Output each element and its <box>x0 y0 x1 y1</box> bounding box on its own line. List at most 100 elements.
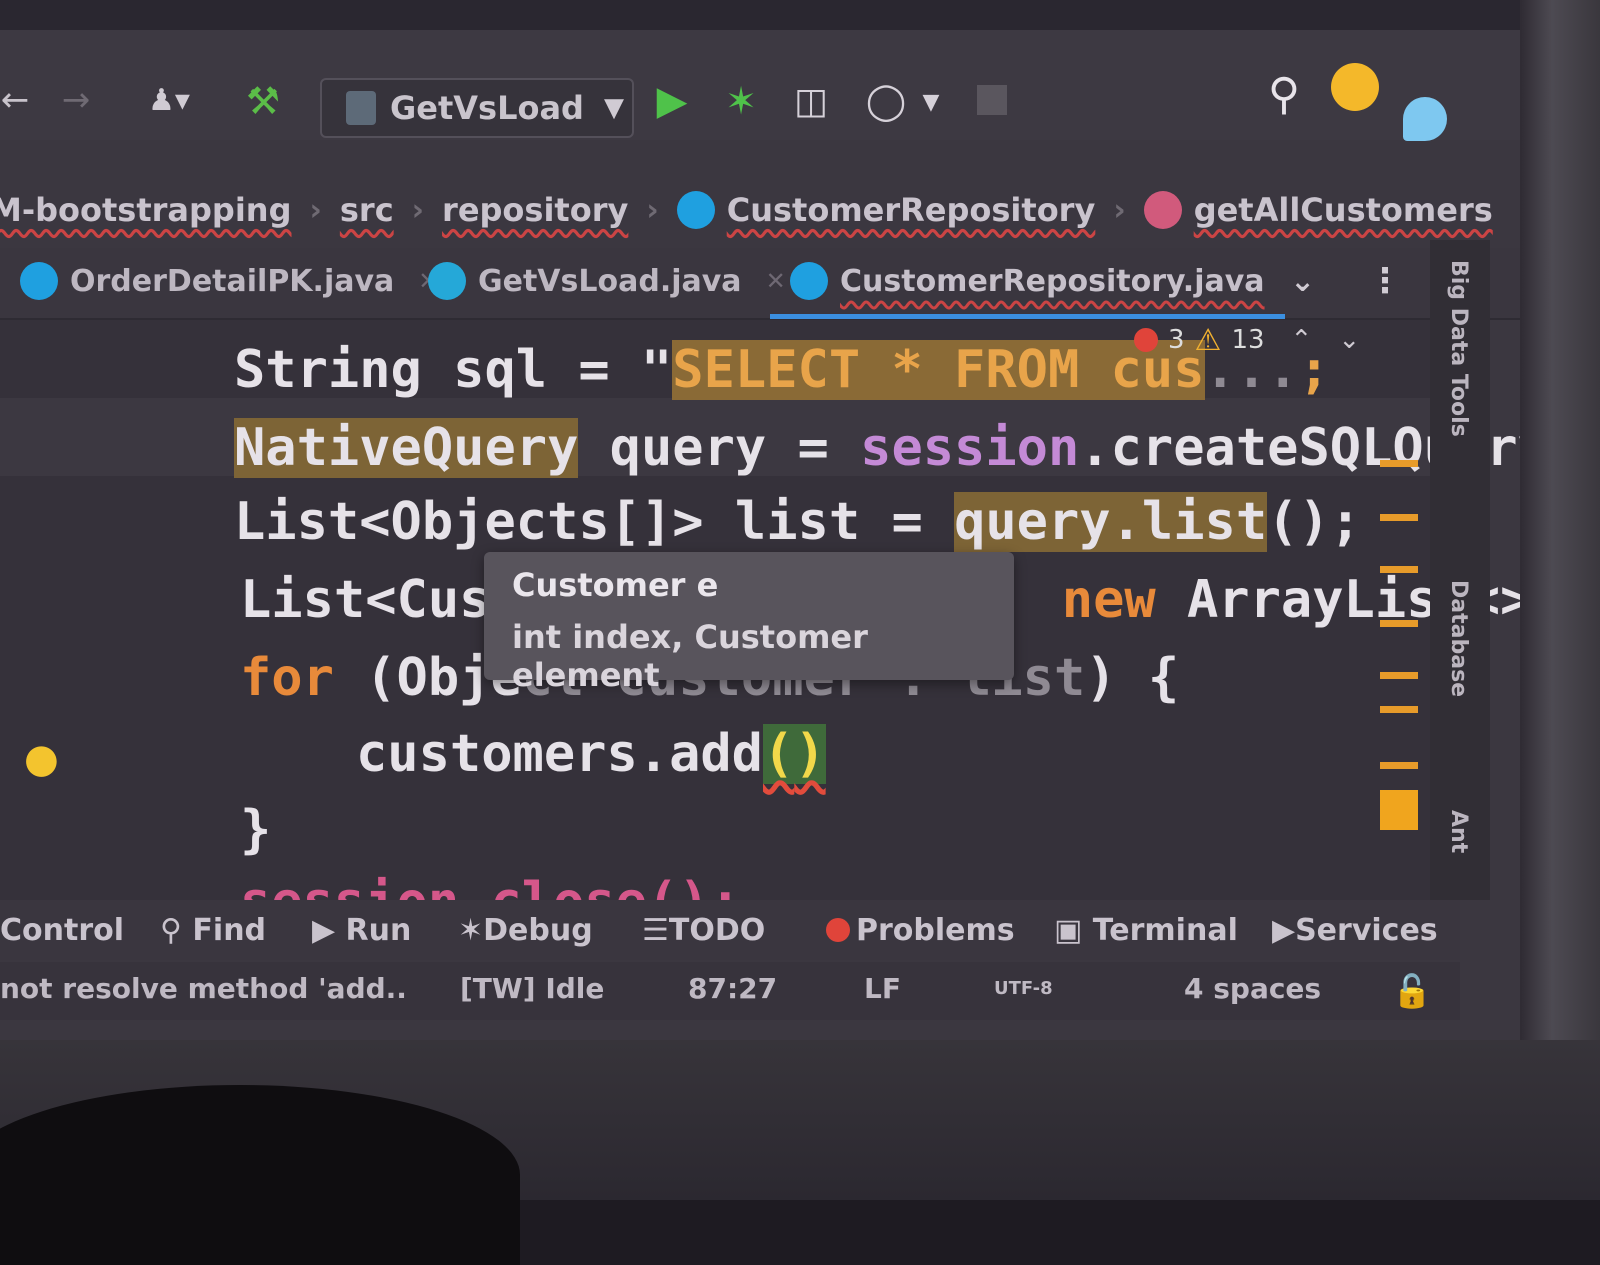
tab-customerrepository[interactable]: CustomerRepository.java <box>770 248 1285 319</box>
lock-icon[interactable]: 🔓 <box>1392 972 1432 1010</box>
profiler-icon[interactable]: ◯ <box>856 76 916 126</box>
search-icon[interactable]: ⚲ <box>1256 66 1312 122</box>
inspection-widget[interactable]: 3 ⚠ 13 ⌃ ⌄ <box>1134 318 1360 362</box>
audience-head <box>0 1085 520 1265</box>
stop-icon[interactable] <box>972 78 1012 122</box>
ant-tab[interactable]: Ant <box>1446 810 1471 853</box>
breadcrumb-package[interactable]: repository <box>442 191 628 229</box>
tab-label: CustomerRepository.java <box>840 263 1265 299</box>
chevron-down-icon: ▼ <box>603 93 624 123</box>
error-icon <box>826 918 850 942</box>
error-stripe-marker[interactable] <box>1380 620 1418 627</box>
tab-getvsload[interactable]: GetVsLoad.java ✕ <box>428 248 786 314</box>
run-config-label: GetVsLoad <box>390 89 584 127</box>
run-config-icon <box>346 91 376 125</box>
parameter-info-popup: Customer e int index, Customer element <box>484 552 1014 694</box>
tool-run-label: Run <box>345 912 412 948</box>
avatar[interactable] <box>1330 62 1380 112</box>
forward-arrow-icon[interactable]: → <box>56 80 96 120</box>
method-icon <box>1143 191 1182 229</box>
debug-bug-icon: ✶ <box>458 912 484 948</box>
status-message[interactable]: not resolve method 'add.. <box>0 972 407 1005</box>
error-stripe-marker[interactable] <box>1380 566 1418 573</box>
code-line: } <box>240 800 272 860</box>
next-highlight-icon[interactable]: ⌄ <box>1338 325 1360 355</box>
tool-version-control[interactable]: Control <box>0 900 124 960</box>
code-line: session.close(); <box>240 872 741 902</box>
warning-count: 13 <box>1231 325 1265 355</box>
error-icon <box>1134 328 1158 352</box>
code-line: NativeQuery query = session.createSQLQue… <box>234 418 1520 478</box>
tab-orderdetailpk[interactable]: OrderDetailPK.java ✕ <box>20 248 438 314</box>
status-encoding[interactable]: UTF-8 <box>994 978 1053 999</box>
code-line-current: customers.add() <box>356 724 826 784</box>
breadcrumb-separator: › <box>1113 192 1126 228</box>
main-toolbar: ← → ♟▾ ⚒ GetVsLoad ▼ ▶ ✶ ◫ ◯ ▼ ⚲ <box>0 30 1520 141</box>
tool-find[interactable]: ⚲ Find <box>160 900 266 960</box>
breadcrumb-method[interactable]: getAllCustomers <box>1194 191 1493 229</box>
breadcrumb: M-bootstrapping › src › repository › Cus… <box>0 180 1493 240</box>
tool-terminal[interactable]: ▣ Terminal <box>1054 900 1238 960</box>
run-configuration-selector[interactable]: GetVsLoad ▼ <box>320 78 634 138</box>
intention-bulb-icon[interactable]: ● <box>24 736 59 782</box>
user-account-icon[interactable]: ♟▾ <box>134 78 204 122</box>
breadcrumb-separator: › <box>309 192 322 228</box>
tool-debug-label: Debug <box>483 912 593 948</box>
search-icon: ⚲ <box>160 912 193 948</box>
plugin-logo-icon[interactable] <box>1400 94 1450 144</box>
run-icon[interactable]: ▶ <box>650 76 694 126</box>
status-indent[interactable]: 4 spaces <box>1184 972 1321 1005</box>
tabs-more-menu-icon[interactable]: ⋮ <box>1368 248 1402 314</box>
ide-window: ← → ♟▾ ⚒ GetVsLoad ▼ ▶ ✶ ◫ ◯ ▼ ⚲ M-boots… <box>0 0 1520 1040</box>
class-icon <box>676 191 715 229</box>
more-run-chevron-icon[interactable]: ▼ <box>916 82 946 122</box>
database-tab[interactable]: Database <box>1446 580 1471 697</box>
window-top-edge <box>0 0 1520 30</box>
big-data-tools-tab[interactable]: Big Data Tools <box>1446 260 1471 437</box>
coverage-icon[interactable]: ◫ <box>786 76 836 126</box>
tool-terminal-label: Terminal <box>1092 912 1238 948</box>
list-icon: ☰ <box>642 912 669 948</box>
warning-icon: ⚠ <box>1194 322 1222 358</box>
tool-debug[interactable]: ✶ Debug <box>458 900 593 960</box>
error-stripe-marker[interactable] <box>1380 706 1418 713</box>
class-icon <box>790 262 828 300</box>
tool-problems[interactable]: Problems <box>826 900 1015 960</box>
back-arrow-icon[interactable]: ← <box>0 80 30 120</box>
tool-todo-label: TODO <box>668 912 766 948</box>
previous-highlight-icon[interactable]: ⌃ <box>1291 325 1313 355</box>
debug-bug-icon[interactable]: ✶ <box>716 76 766 126</box>
breadcrumb-separator: › <box>646 192 659 228</box>
code-line: List<Objects[]> list = query.list(); <box>234 492 1362 552</box>
status-line-separator[interactable]: LF <box>864 972 901 1005</box>
tool-window-bar: Control ⚲ Find ▶ Run ✶ Debug ☰ TODO Proble… <box>0 900 1460 960</box>
breadcrumb-project[interactable]: M-bootstrapping <box>0 191 291 229</box>
parameter-hint-1: Customer e <box>512 566 719 604</box>
tab-label: GetVsLoad.java <box>478 263 742 299</box>
tool-problems-label: Problems <box>856 912 1015 948</box>
status-tw[interactable]: [TW] Idle <box>460 972 604 1005</box>
error-stripe-marker[interactable] <box>1380 460 1418 467</box>
tool-todo[interactable]: ☰ TODO <box>642 900 765 960</box>
breadcrumb-class[interactable]: CustomerRepository <box>727 191 1096 229</box>
error-stripe-marker[interactable] <box>1380 790 1418 830</box>
breadcrumb-src[interactable]: src <box>340 191 394 229</box>
terminal-icon: ▣ <box>1054 912 1093 948</box>
error-stripe-marker[interactable] <box>1380 762 1418 769</box>
status-caret-position[interactable]: 87:27 <box>688 972 777 1005</box>
error-stripe-marker[interactable] <box>1380 672 1418 679</box>
tool-services-label: Services <box>1295 912 1438 948</box>
class-icon <box>20 262 58 300</box>
right-tool-strip: Big Data Tools Database Ant <box>1430 240 1490 900</box>
build-hammer-icon[interactable]: ⚒ <box>238 76 288 126</box>
tool-run[interactable]: ▶ Run <box>312 900 411 960</box>
tabs-dropdown-chevron-icon[interactable]: ⌄ <box>1290 248 1315 314</box>
tab-label: OrderDetailPK.java <box>70 263 395 299</box>
services-icon: ▶ <box>1272 912 1296 948</box>
parameter-hint-2: int index, Customer element <box>512 618 868 694</box>
tool-services[interactable]: ▶ Services <box>1272 900 1438 960</box>
projector-edge <box>1520 0 1600 1200</box>
status-bar: not resolve method 'add.. [TW] Idle 87:2… <box>0 962 1460 1020</box>
error-stripe-marker[interactable] <box>1380 514 1418 521</box>
error-count: 3 <box>1168 325 1185 355</box>
